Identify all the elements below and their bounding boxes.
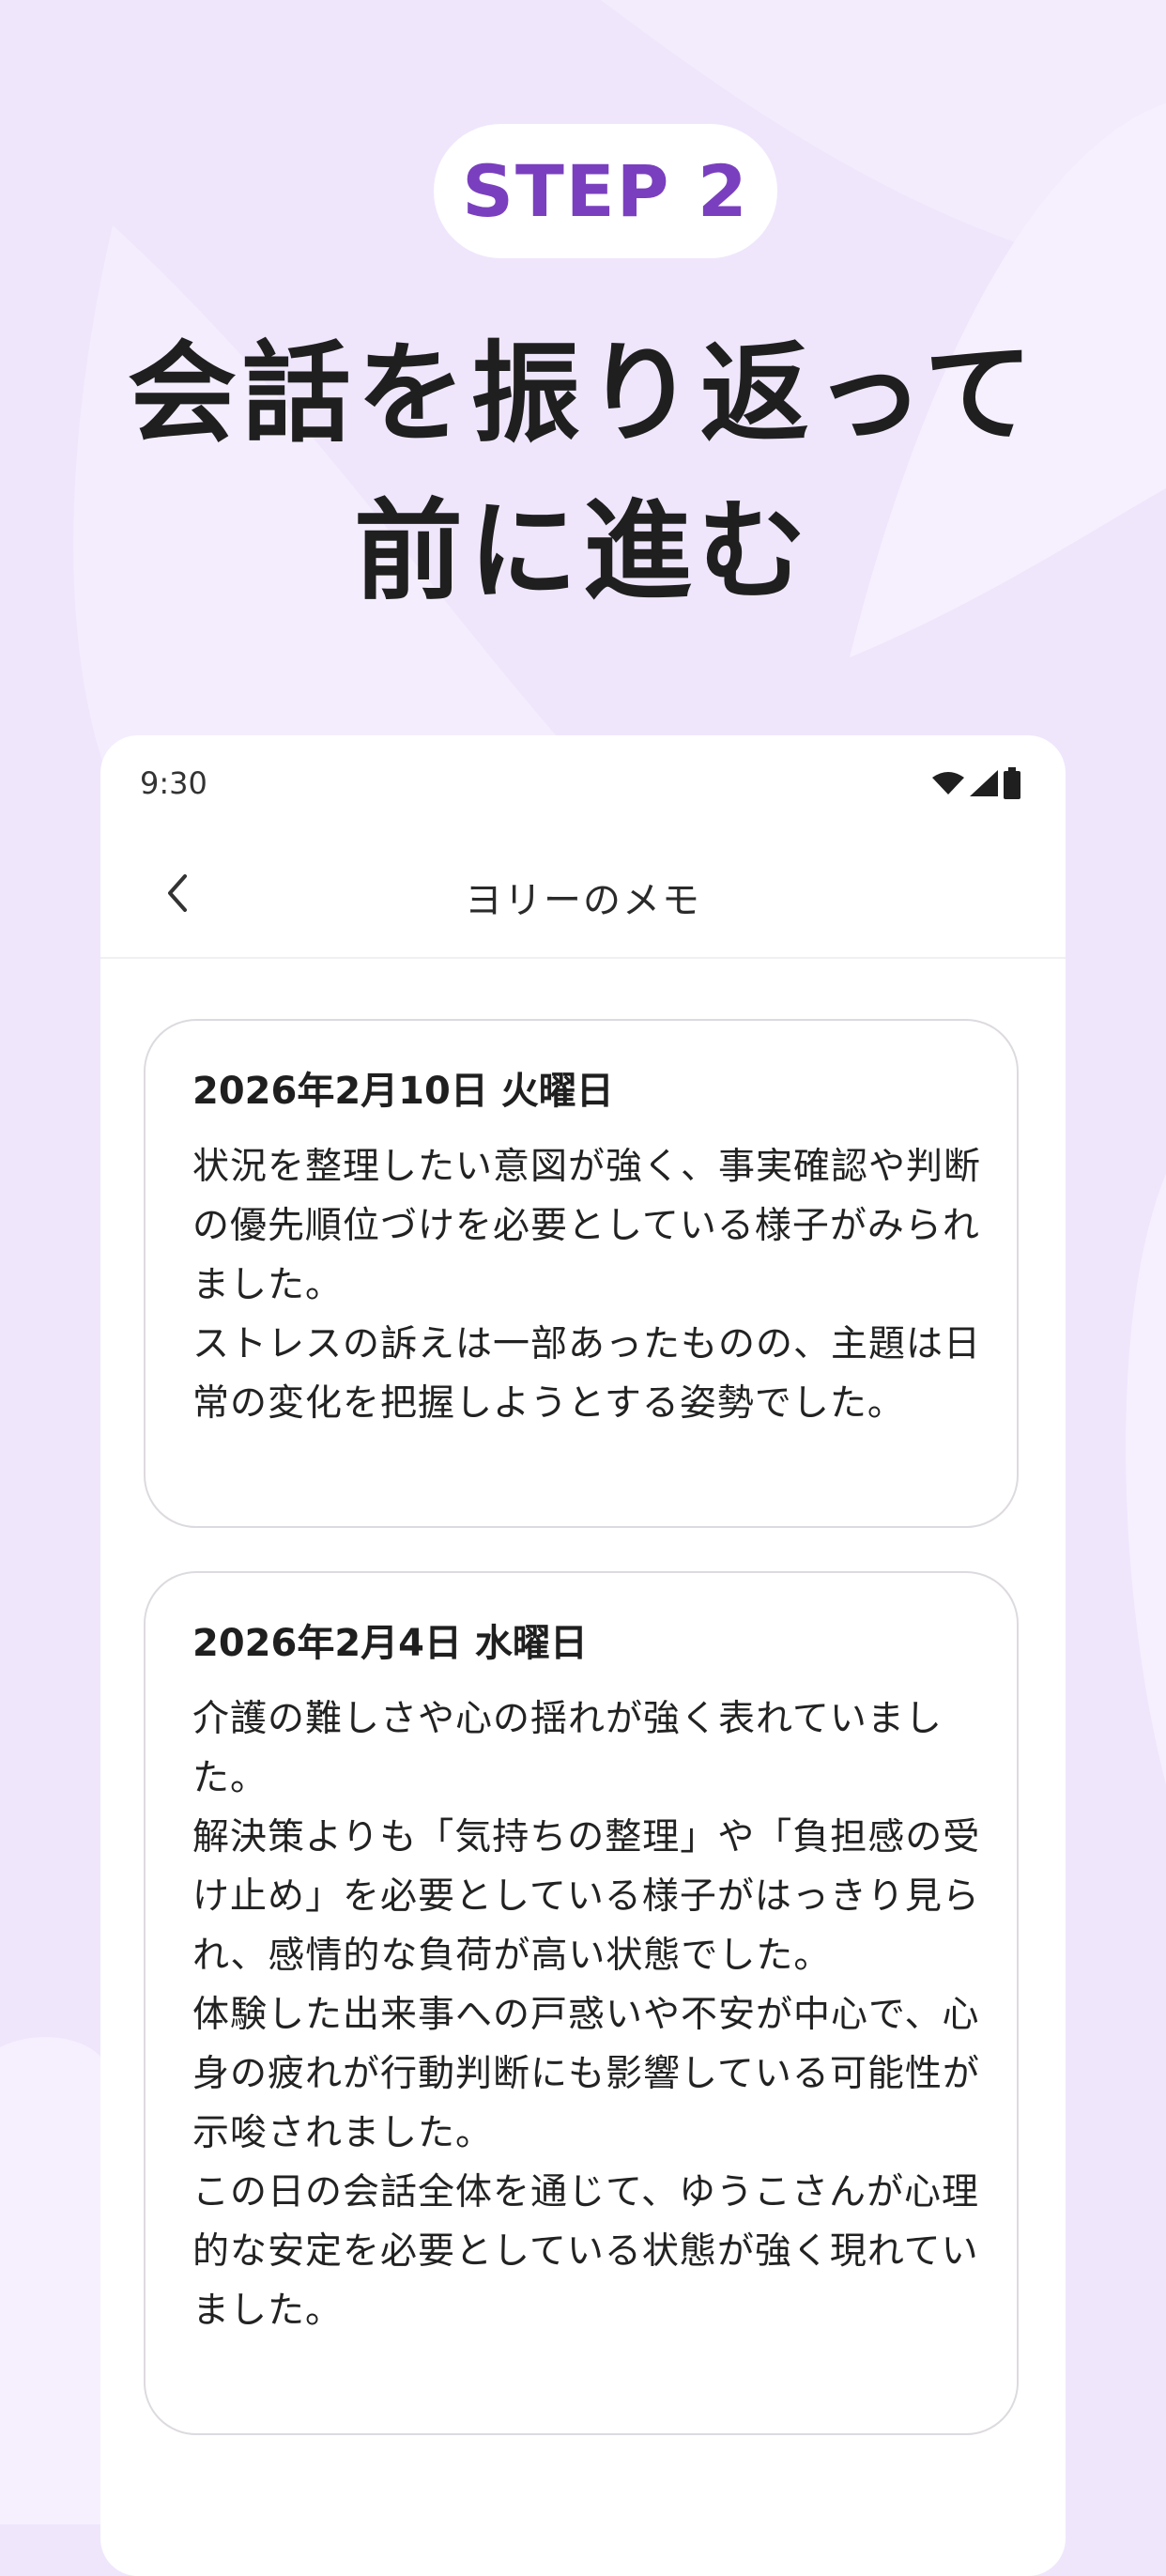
phone-screen: 9:30 ヨリーのメモ 2026年2月10日 火曜日 状況を整理したい意図が強く… <box>100 735 1066 2576</box>
battery-icon <box>1004 767 1020 799</box>
step-badge: STEP 2 <box>434 124 777 258</box>
cellular-signal-icon <box>970 770 998 796</box>
headline-line-1: 会話を振り返って <box>127 331 1039 457</box>
memo-date: 2026年2月10日 火曜日 <box>192 1070 614 1113</box>
memo-body: 介護の難しさや心の揺れが強く表れていました。 解決策よりも「気持ちの整理」や「負… <box>192 1698 981 2332</box>
status-icons <box>932 767 1020 799</box>
app-bar-title: ヨリーのメモ <box>465 879 701 922</box>
app-bar: ヨリーのメモ <box>100 846 1066 959</box>
status-bar: 9:30 <box>100 735 1066 820</box>
wifi-icon <box>932 772 964 794</box>
memo-date: 2026年2月4日 水曜日 <box>192 1622 588 1665</box>
status-time: 9:30 <box>140 765 207 801</box>
memo-card[interactable]: 2026年2月10日 火曜日 状況を整理したい意図が強く、事実確認や判断の優先順… <box>144 1019 1019 1528</box>
step-label: STEP 2 <box>462 149 749 233</box>
headline-line-2: 前に進む <box>354 488 812 615</box>
memo-body: 状況を整理したい意図が強く、事実確認や判断の優先順位づけを必要としている様子がみ… <box>192 1146 982 1425</box>
memo-card[interactable]: 2026年2月4日 水曜日 介護の難しさや心の揺れが強く表れていました。 解決策… <box>144 1571 1019 2435</box>
